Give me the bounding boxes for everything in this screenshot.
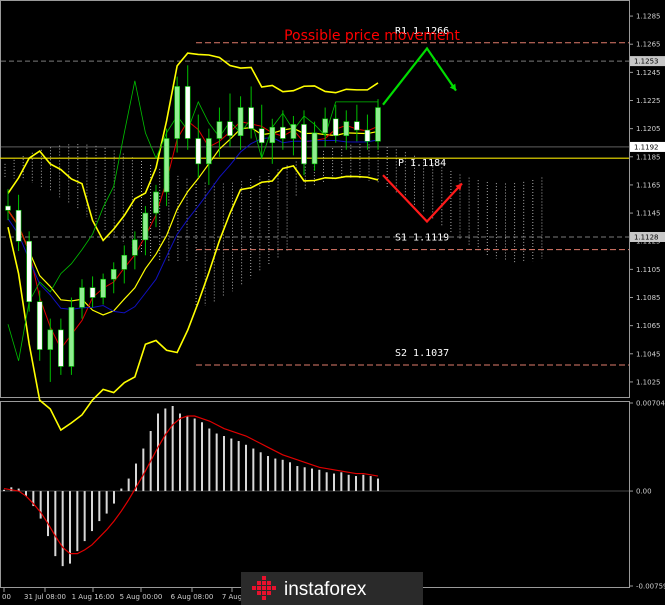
candle-body xyxy=(206,138,212,165)
price-tick-label: 1.1145 xyxy=(636,210,661,218)
candle-body xyxy=(47,329,54,350)
macd-tick-label: -0.00759 xyxy=(636,583,665,591)
candle-body xyxy=(258,128,265,144)
price-tick-label: 1.1265 xyxy=(636,41,661,49)
candle-body xyxy=(174,86,180,139)
candle-body xyxy=(354,121,360,131)
time-tick-label: 5 Aug 00:00 xyxy=(120,593,163,601)
candle-body xyxy=(132,239,138,256)
instaforex-logo: instaforex xyxy=(241,572,423,605)
candle-body xyxy=(163,138,170,193)
candle-body xyxy=(121,254,128,270)
price-tick-label: 1.1045 xyxy=(636,350,661,358)
candle-body xyxy=(110,269,117,280)
candle-body xyxy=(375,107,381,142)
candle-body xyxy=(100,278,106,298)
price-tick-label: 1.1285 xyxy=(636,13,661,21)
price-tick-label: 1.1225 xyxy=(636,97,661,105)
candle-body xyxy=(26,240,32,303)
candle-body xyxy=(68,307,75,367)
candle-body xyxy=(269,126,276,144)
candle-body xyxy=(195,138,202,165)
macd-tick-label: 0.00704 xyxy=(636,400,665,408)
logo-wordmark: instaforex xyxy=(284,579,367,600)
chart-title: Possible price movement xyxy=(284,28,460,44)
candle-body xyxy=(332,118,339,136)
candle-body xyxy=(322,118,328,134)
price-tick-label: 1.1025 xyxy=(636,378,661,386)
candle-body xyxy=(79,287,85,308)
price-tick-label: 1.1165 xyxy=(636,181,661,189)
macd-tick-label: 0.00 xyxy=(636,488,652,496)
candle-body xyxy=(248,107,254,129)
price-chart: R1 1.1266P 1.1184S1 1.1119S2 1.1037 1.12… xyxy=(0,0,665,605)
candle-body xyxy=(237,107,244,136)
price-tick-label: 1.1085 xyxy=(636,294,661,302)
price-tick-label: 1.1245 xyxy=(636,69,661,77)
pivot-label-s2: S2 1.1037 xyxy=(395,348,449,359)
price-tick-label: 1.1105 xyxy=(636,266,661,274)
time-tick-label: 6 Aug 08:00 xyxy=(171,593,214,601)
time-tick-label: 31 Jul 08:00 xyxy=(24,593,66,601)
time-tick-label: 7 Aug xyxy=(222,593,242,601)
candle-body xyxy=(184,86,191,139)
pivot-label-s1: S1 1.1119 xyxy=(395,233,449,244)
price-tag-1253: 1.1253 xyxy=(634,58,659,66)
time-tick-label: 00 xyxy=(2,593,11,601)
candle-body xyxy=(290,124,297,139)
price-tick-label: 1.1185 xyxy=(636,153,661,161)
candle-body xyxy=(153,191,159,214)
candle-body xyxy=(142,212,149,241)
candle-body xyxy=(301,124,307,165)
candle-body xyxy=(311,132,318,165)
candle-body xyxy=(36,301,43,350)
time-tick-label: 1 Aug 16:00 xyxy=(72,593,115,601)
candle-body xyxy=(15,209,22,242)
candle-body xyxy=(216,121,223,139)
pivot-label-p: P 1.1184 xyxy=(398,158,446,169)
candle-body xyxy=(343,121,350,136)
price-tick-label: 1.1205 xyxy=(636,125,661,133)
candle-body xyxy=(5,205,11,211)
candle-body xyxy=(89,287,96,298)
candle-body xyxy=(364,129,371,142)
price-tick-label: 1.1065 xyxy=(636,322,661,330)
price-tag-1128: 1.1128 xyxy=(634,233,659,241)
price-tag-current: 1.1192 xyxy=(634,143,659,151)
candle-body xyxy=(58,329,64,367)
candle-body xyxy=(227,121,233,136)
candle-body xyxy=(280,126,286,139)
